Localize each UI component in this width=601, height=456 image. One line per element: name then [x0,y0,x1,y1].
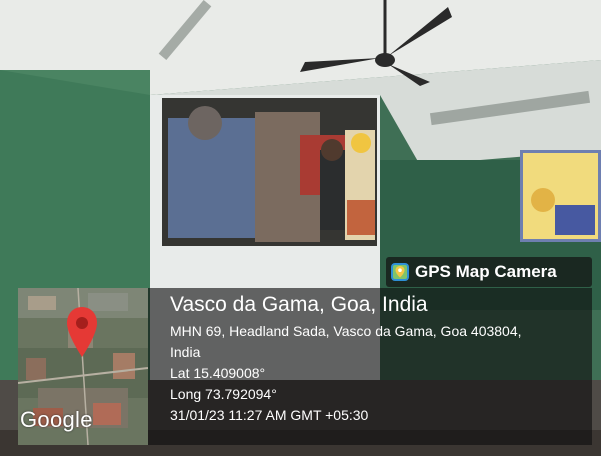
google-watermark: Google [20,407,93,432]
location-info: Vasco da Gama, Goa, India MHN 69, Headla… [170,292,586,426]
date-time: 31/01/23 11:27 AM GMT +05:30 [170,407,369,423]
gps-map-camera-badge: GPS Map Camera [386,257,592,287]
location-pin-icon [67,307,97,357]
badge-title: GPS Map Camera [415,262,557,281]
map-pin-camera-icon [391,263,409,281]
map-thumbnail: Google [18,288,148,445]
location-title: Vasco da Gama, Goa, India [170,293,428,316]
longitude: Long 73.792094° [170,386,277,402]
geotagged-photo: GPS Map Camera Google Vasco da Gama, Goa… [0,0,601,456]
address-line-2: India [170,344,201,360]
address-line-1: MHN 69, Headland Sada, Vasco da Gama, Go… [170,323,522,339]
latitude: Lat 15.409008° [170,365,266,381]
